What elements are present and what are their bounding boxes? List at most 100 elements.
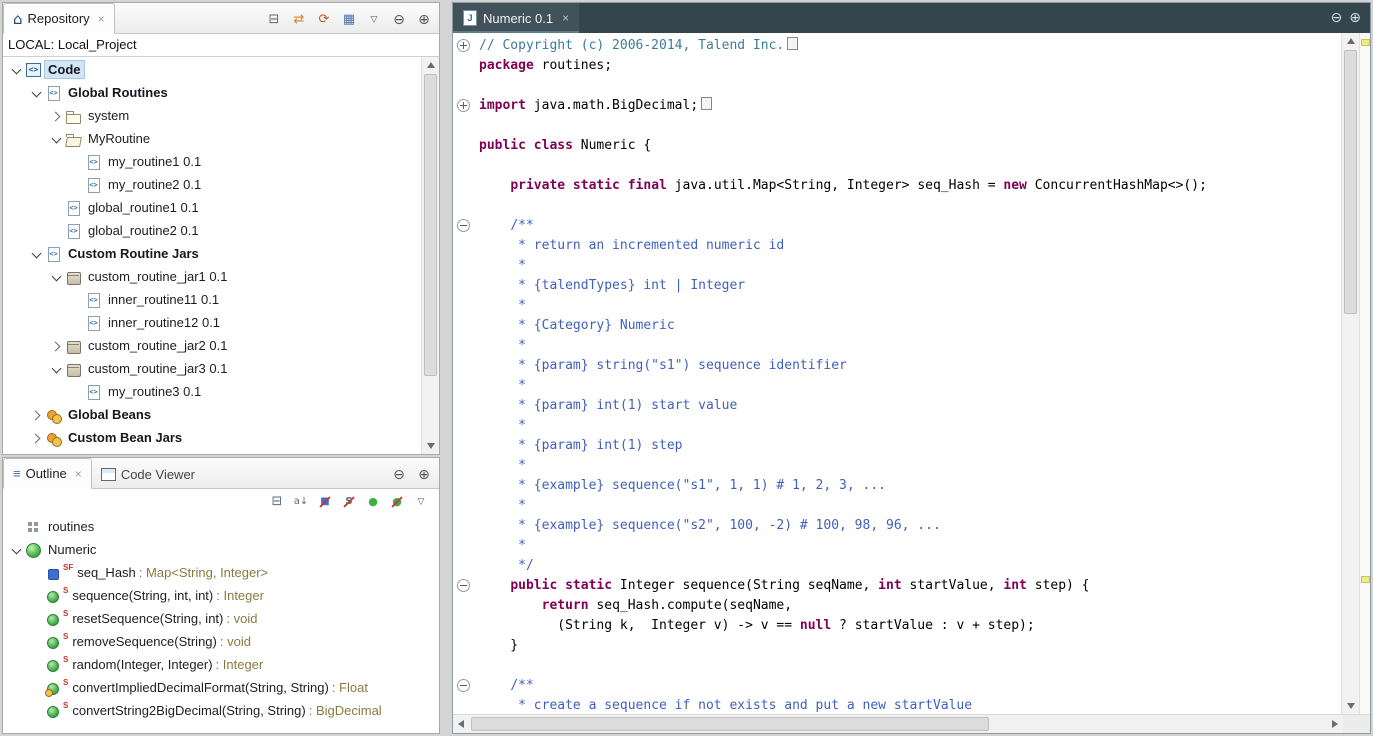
close-icon[interactable]: × xyxy=(562,11,569,25)
folded-region-box[interactable] xyxy=(701,97,712,110)
repo-tree-item[interactable]: Code xyxy=(3,58,421,81)
repo-tree-item[interactable]: MyRoutine xyxy=(3,127,421,150)
code-line[interactable]: /** xyxy=(453,216,1341,236)
tab-repository[interactable]: ⌂ Repository × xyxy=(3,3,115,34)
repo-tree-item[interactable]: Custom Routine Jars xyxy=(3,242,421,265)
chevron-collapsed-icon[interactable] xyxy=(29,430,45,446)
code-line[interactable]: public static Integer sequence(String se… xyxy=(453,576,1341,596)
chevron-expanded-icon[interactable] xyxy=(49,131,65,147)
fold-collapse-icon[interactable] xyxy=(457,579,470,592)
hide-fields-icon[interactable]: ■ xyxy=(317,495,333,509)
code-line[interactable]: // Copyright (c) 2006-2014, Talend Inc. xyxy=(453,36,1341,56)
scroll-right-icon[interactable] xyxy=(1327,715,1343,733)
code-line[interactable]: * {Category} Numeric xyxy=(453,316,1341,336)
chevron-expanded-icon[interactable] xyxy=(49,361,65,377)
hide-local-types-icon[interactable]: ● xyxy=(389,495,405,509)
outline-tree-item[interactable]: routines xyxy=(3,515,439,538)
collapse-all-icon[interactable]: ⊟ xyxy=(266,13,282,27)
code-line[interactable]: * create a sequence if not exists and pu… xyxy=(453,696,1341,714)
repo-tree-item[interactable]: Global Routines xyxy=(3,81,421,104)
sort-icon[interactable]: a↓ xyxy=(293,495,309,509)
scroll-down-icon[interactable] xyxy=(422,438,439,454)
code-line[interactable]: * xyxy=(453,496,1341,516)
code-line[interactable]: return seq_Hash.compute(seqName, xyxy=(453,596,1341,616)
scrollbar-thumb[interactable] xyxy=(471,717,989,731)
view-menu-icon[interactable]: ▽ xyxy=(366,13,382,27)
repo-tree-item[interactable]: my_routine1 0.1 xyxy=(3,150,421,173)
code-line[interactable] xyxy=(453,76,1341,96)
table-view-icon[interactable]: ▦ xyxy=(341,13,357,27)
code-line[interactable]: * xyxy=(453,256,1341,276)
minimize-icon[interactable]: ⊖ xyxy=(391,13,407,27)
code-line[interactable]: * return an incremented numeric id xyxy=(453,236,1341,256)
code-line[interactable]: /** xyxy=(453,676,1341,696)
repo-tree-item[interactable]: custom_routine_jar2 0.1 xyxy=(3,334,421,357)
close-icon[interactable]: × xyxy=(98,12,105,26)
repo-tree-item[interactable]: Global Beans xyxy=(3,403,421,426)
code-line[interactable]: */ xyxy=(453,556,1341,576)
outline-tree-item[interactable]: SFseq_Hash : Map<String, Integer> xyxy=(3,561,439,584)
repo-tree-item[interactable]: system xyxy=(3,104,421,127)
repo-tree-item[interactable]: custom_routine_jar3 0.1 xyxy=(3,357,421,380)
code-line[interactable]: * xyxy=(453,296,1341,316)
chevron-expanded-icon[interactable] xyxy=(9,62,25,78)
repo-tree-item[interactable]: inner_routine11 0.1 xyxy=(3,288,421,311)
outline-tree-item[interactable]: SconvertString2BigDecimal(String, String… xyxy=(3,699,439,722)
code-line[interactable]: } xyxy=(453,636,1341,656)
annotation-marker[interactable] xyxy=(1361,576,1370,583)
code-line[interactable]: import java.math.BigDecimal; xyxy=(453,96,1341,116)
outline-tree-item[interactable]: Srandom(Integer, Integer) : Integer xyxy=(3,653,439,676)
code-line[interactable]: public class Numeric { xyxy=(453,136,1341,156)
outline-tree-item[interactable]: SconvertImpliedDecimalFormat(String, Str… xyxy=(3,676,439,699)
code-line[interactable]: * xyxy=(453,456,1341,476)
refresh-icon[interactable]: ⟳ xyxy=(316,13,332,27)
outline-tree-item[interactable]: Numeric xyxy=(3,538,439,561)
code-line[interactable]: * xyxy=(453,536,1341,556)
scroll-left-icon[interactable] xyxy=(453,715,469,733)
code-line[interactable]: * xyxy=(453,376,1341,396)
collapse-all-icon[interactable]: ⊟ xyxy=(269,495,285,509)
code-line[interactable] xyxy=(453,196,1341,216)
code-area[interactable]: // Copyright (c) 2006-2014, Talend Inc.p… xyxy=(453,33,1341,714)
repo-tree-item[interactable]: custom_routine_jar1 0.1 xyxy=(3,265,421,288)
chevron-collapsed-icon[interactable] xyxy=(29,407,45,423)
scrollbar-thumb[interactable] xyxy=(424,74,437,376)
link-with-editor-icon[interactable]: ⇄ xyxy=(291,13,307,27)
code-line[interactable] xyxy=(453,116,1341,136)
code-line[interactable]: * {example} sequence("s2", 100, -2) # 10… xyxy=(453,516,1341,536)
code-line[interactable]: * {param} int(1) start value xyxy=(453,396,1341,416)
folded-region-box[interactable] xyxy=(787,37,798,50)
minimize-icon[interactable]: ⊖ xyxy=(391,468,407,482)
editor-horizontal-scrollbar[interactable] xyxy=(453,715,1343,733)
code-line[interactable]: package routines; xyxy=(453,56,1341,76)
annotation-marker[interactable] xyxy=(1361,39,1370,46)
chevron-expanded-icon[interactable] xyxy=(9,542,25,558)
repo-tree-item[interactable]: global_routine2 0.1 xyxy=(3,219,421,242)
chevron-expanded-icon[interactable] xyxy=(29,85,45,101)
tab-code-viewer[interactable]: Code Viewer xyxy=(92,460,204,489)
fold-expand-icon[interactable] xyxy=(457,99,470,112)
repo-tree-item[interactable]: my_routine2 0.1 xyxy=(3,173,421,196)
code-line[interactable]: * {example} sequence("s1", 1, 1) # 1, 2,… xyxy=(453,476,1341,496)
code-line[interactable]: (String k, Integer v) -> v == null ? sta… xyxy=(453,616,1341,636)
code-line[interactable] xyxy=(453,656,1341,676)
scroll-down-icon[interactable] xyxy=(1342,698,1359,714)
scrollbar-thumb[interactable] xyxy=(1344,50,1357,314)
code-line[interactable] xyxy=(453,156,1341,176)
overview-ruler[interactable] xyxy=(1359,33,1370,714)
scroll-up-icon[interactable] xyxy=(1342,33,1359,49)
tab-numeric-editor[interactable]: J Numeric 0.1 × xyxy=(453,3,579,33)
filter-public-icon[interactable]: ● xyxy=(365,495,381,509)
outline-tree-item[interactable]: SremoveSequence(String) : void xyxy=(3,630,439,653)
code-line[interactable]: * {param} int(1) step xyxy=(453,436,1341,456)
maximize-icon[interactable]: ⊕ xyxy=(416,468,432,482)
code-line[interactable]: * {param} string("s1") sequence identifi… xyxy=(453,356,1341,376)
code-line[interactable]: private static final java.util.Map<Strin… xyxy=(453,176,1341,196)
repo-tree-item[interactable]: Custom Bean Jars xyxy=(3,426,421,449)
outline-tree-item[interactable]: Ssequence(String, int, int) : Integer xyxy=(3,584,439,607)
close-icon[interactable]: × xyxy=(75,467,82,481)
maximize-icon[interactable]: ⊕ xyxy=(416,13,432,27)
fold-collapse-icon[interactable] xyxy=(457,219,470,232)
minimize-icon[interactable]: ⊖ xyxy=(1331,10,1343,26)
scroll-up-icon[interactable] xyxy=(422,57,439,73)
